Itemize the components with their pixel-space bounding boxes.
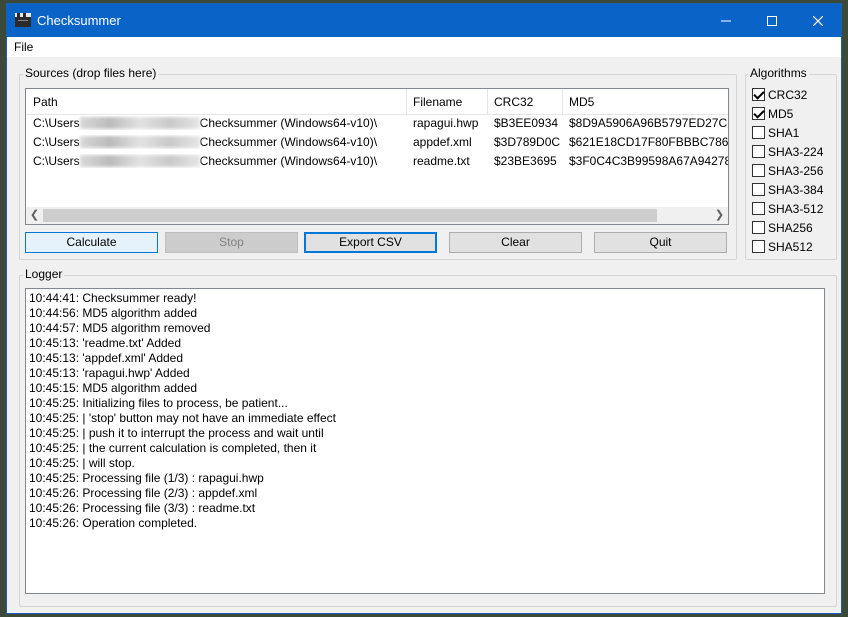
algorithm-option[interactable]: CRC32 xyxy=(751,86,841,103)
log-line: 10:45:25: Processing file (1/3) : rapagu… xyxy=(29,471,264,485)
clear-button[interactable]: Clear xyxy=(449,232,582,253)
column-path[interactable]: Path xyxy=(33,95,58,109)
log-line: 10:44:56: MD5 algorithm added xyxy=(29,306,198,320)
cell-md5: $621E18CD17F80FBBBC786A9E xyxy=(569,135,728,149)
log-line: 10:45:26: Operation completed. xyxy=(29,516,198,530)
horizontal-scrollbar[interactable]: ❮ ❯ xyxy=(26,207,728,224)
log-line: 10:45:13: 'appdef.xml' Added xyxy=(29,351,184,365)
minimize-icon xyxy=(721,20,731,22)
log-line: 10:45:26: Processing file (3/3) : readme… xyxy=(29,501,256,515)
calculate-button[interactable]: Calculate xyxy=(25,232,158,253)
app-window: Checksummer File Sources (drop files her… xyxy=(6,3,842,614)
clapperboard-icon xyxy=(15,13,31,27)
algorithm-label: SHA1 xyxy=(768,126,800,140)
cell-filename: readme.txt xyxy=(413,154,470,168)
algorithm-label: SHA3-384 xyxy=(768,183,824,197)
stop-button[interactable]: Stop xyxy=(165,232,298,253)
algorithm-label: SHA256 xyxy=(768,221,813,235)
algorithm-option[interactable]: SHA3-224 xyxy=(751,143,841,160)
column-crc32[interactable]: CRC32 xyxy=(494,95,533,109)
algorithm-checkbox[interactable] xyxy=(752,183,765,196)
minimize-button[interactable] xyxy=(703,4,749,37)
algorithm-checkbox[interactable] xyxy=(752,145,765,158)
log-line: 10:45:25: | push it to interrupt the pro… xyxy=(29,426,324,440)
algorithm-option[interactable]: SHA3-256 xyxy=(751,162,841,179)
algorithm-label: MD5 xyxy=(768,107,794,121)
cell-path: C:\Users Checksummer (Windows64-v10)\ xyxy=(33,116,378,130)
algorithm-option[interactable]: SHA1 xyxy=(751,124,841,141)
quit-button[interactable]: Quit xyxy=(594,232,727,253)
logger-output[interactable]: 10:44:41: Checksummer ready! 10:44:56: MD… xyxy=(25,288,825,594)
sources-group-label: Sources (drop files here) xyxy=(23,66,159,80)
list-header: Path Filename CRC32 MD5 xyxy=(26,89,728,115)
close-button[interactable] xyxy=(795,4,841,37)
algorithm-option[interactable]: SHA3-512 xyxy=(751,200,841,217)
algorithm-checkbox[interactable] xyxy=(752,126,765,139)
cell-crc32: $3D789D0C xyxy=(494,135,560,149)
cell-path: C:\Users Checksummer (Windows64-v10)\ xyxy=(33,154,378,168)
algorithm-checkbox[interactable] xyxy=(752,164,765,177)
algorithms-group-label: Algorithms xyxy=(748,66,809,80)
algorithm-label: SHA512 xyxy=(768,240,813,254)
log-line: 10:45:13: 'rapagui.hwp' Added xyxy=(29,366,190,380)
table-row[interactable]: C:\Users Checksummer (Windows64-v10)\ app… xyxy=(26,133,728,152)
menu-bar: File xyxy=(7,37,841,57)
log-line: 10:45:13: 'readme.txt' Added xyxy=(29,336,182,350)
algorithm-option[interactable]: SHA256 xyxy=(751,219,841,236)
menu-file[interactable]: File xyxy=(14,40,33,54)
algorithm-label: SHA3-256 xyxy=(768,164,824,178)
close-icon xyxy=(812,15,824,27)
algorithm-checkbox[interactable] xyxy=(752,107,765,120)
log-line: 10:45:25: Initializing files to process,… xyxy=(29,396,288,410)
algorithm-checkbox[interactable] xyxy=(752,88,765,101)
sources-list[interactable]: Path Filename CRC32 MD5 C:\Users Checksum… xyxy=(25,88,729,225)
cell-crc32: $23BE3695 xyxy=(494,154,557,168)
algorithm-option[interactable]: SHA3-384 xyxy=(751,181,841,198)
table-row[interactable]: C:\Users Checksummer (Windows64-v10)\ rap… xyxy=(26,114,728,133)
log-line: 10:45:25: | 'stop' button may not have a… xyxy=(29,411,337,425)
log-line: 10:44:57: MD5 algorithm removed xyxy=(29,321,211,335)
cell-path: C:\Users Checksummer (Windows64-v10)\ xyxy=(33,135,378,149)
cell-md5: $8D9A5906A96B5797ED27CF7 xyxy=(569,116,728,130)
scroll-right-icon[interactable]: ❯ xyxy=(711,208,728,223)
logger-group-label: Logger xyxy=(23,267,65,281)
table-row[interactable]: C:\Users Checksummer (Windows64-v10)\ rea… xyxy=(26,152,728,171)
log-line: 10:44:41: Checksummer ready! xyxy=(29,291,197,305)
maximize-button[interactable] xyxy=(749,4,795,37)
log-line: 10:45:25: | will stop. xyxy=(29,456,135,470)
algorithm-label: SHA3-512 xyxy=(768,202,824,216)
cell-filename: appdef.xml xyxy=(413,135,472,149)
maximize-icon xyxy=(767,16,777,26)
title-bar[interactable]: Checksummer xyxy=(7,4,841,37)
window-title: Checksummer xyxy=(37,13,121,28)
algorithm-checkbox[interactable] xyxy=(752,202,765,215)
cell-crc32: $B3EE0934 xyxy=(494,116,559,130)
algorithm-label: SHA3-224 xyxy=(768,145,824,159)
cell-filename: rapagui.hwp xyxy=(413,116,479,130)
log-line: 10:45:25: | the current calculation is c… xyxy=(29,441,317,455)
log-line: 10:45:15: MD5 algorithm added xyxy=(29,381,198,395)
cell-md5: $3F0C4C3B99598A67A94278A2 xyxy=(569,154,728,168)
algorithm-label: CRC32 xyxy=(768,88,808,102)
algorithm-checkbox[interactable] xyxy=(752,221,765,234)
algorithm-option[interactable]: SHA512 xyxy=(751,238,841,255)
log-line: 10:45:26: Processing file (2/3) : appdef… xyxy=(29,486,258,500)
column-filename[interactable]: Filename xyxy=(413,95,462,109)
column-md5[interactable]: MD5 xyxy=(569,95,594,109)
scrollbar-thumb[interactable] xyxy=(43,209,657,222)
scroll-left-icon[interactable]: ❮ xyxy=(26,208,43,223)
algorithm-option[interactable]: MD5 xyxy=(751,105,841,122)
export-csv-button[interactable]: Export CSV xyxy=(304,232,437,253)
algorithm-checkbox[interactable] xyxy=(752,240,765,253)
